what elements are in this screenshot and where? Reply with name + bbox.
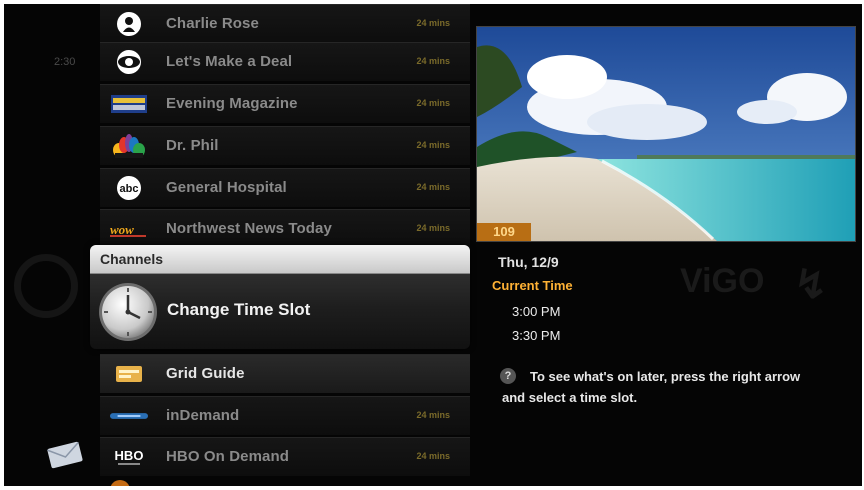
program-row[interactable]: Let's Make a Deal 24 mins	[100, 42, 470, 81]
change-time-slot-option[interactable]: Change Time Slot	[167, 300, 310, 320]
program-duration: 24 mins	[416, 56, 450, 66]
background-logo-graphic: ViGO	[680, 262, 765, 300]
indemand-logo-icon	[110, 403, 148, 429]
beach-preview-image	[477, 27, 855, 241]
date-label: Thu, 12/9	[498, 254, 559, 270]
program-title: General Hospital	[166, 179, 287, 196]
program-title: Let's Make a Deal	[166, 53, 293, 70]
program-title: Charlie Rose	[166, 15, 259, 32]
time-slot-option[interactable]: 3:00 PM	[512, 304, 560, 319]
program-duration: 24 mins	[416, 451, 450, 461]
program-title: Dr. Phil	[166, 137, 219, 154]
program-duration: 24 mins	[416, 182, 450, 192]
pbs-logo-icon	[110, 11, 148, 37]
channels-header-label: Channels	[100, 251, 164, 267]
background-symbol-graphic: ↯	[794, 263, 828, 307]
channels-panel[interactable]: Channels Change Time Slot	[90, 245, 470, 349]
program-duration: 24 mins	[416, 140, 450, 150]
channels-header: Channels	[90, 245, 470, 274]
program-duration: 24 mins	[416, 223, 450, 233]
program-row[interactable]: HBO HBO On Demand 24 mins	[100, 437, 470, 476]
current-time-label: Current Time	[492, 278, 573, 293]
program-row[interactable]: abc General Hospital 24 mins	[100, 168, 470, 207]
clock-icon	[99, 283, 157, 341]
help-text: To see what's on later, press the right …	[502, 369, 801, 405]
program-title: Evening Magazine	[166, 95, 298, 112]
program-duration: 24 mins	[416, 18, 450, 28]
guide-screen: ViGO ↯ 2:30 Charlie Rose 24 mins Let's M…	[4, 4, 862, 486]
program-title: Grid Guide	[166, 365, 245, 382]
grid-guide-icon	[110, 361, 148, 387]
svg-text:abc: abc	[120, 183, 139, 195]
program-row[interactable]: Evening Magazine 24 mins	[100, 84, 470, 123]
program-row[interactable]: wow Northwest News Today 24 mins	[100, 209, 470, 248]
kwow-logo-icon: wow	[110, 216, 148, 242]
program-duration: 24 mins	[416, 410, 450, 420]
grid-guide-row[interactable]: Grid Guide	[100, 354, 470, 393]
background-ring-icon	[14, 254, 78, 318]
program-row[interactable]: inDemand 24 mins	[100, 396, 470, 435]
preview-window: 109	[476, 26, 856, 242]
envelope-icon	[47, 441, 83, 469]
cbs-eye-logo-icon	[110, 49, 148, 75]
time-slot-option[interactable]: 3:30 PM	[512, 328, 560, 343]
program-title: Northwest News Today	[166, 220, 332, 237]
program-row[interactable]: Dr. Phil 24 mins	[100, 126, 470, 165]
hbo-logo-icon: HBO	[110, 444, 148, 470]
timeline-time: 2:30	[54, 56, 76, 68]
svg-text:HBO: HBO	[115, 448, 144, 463]
nbc-peacock-logo-icon	[110, 133, 148, 159]
king5-logo-icon	[110, 91, 148, 117]
svg-text:wow: wow	[110, 222, 134, 237]
abc-logo-icon: abc	[110, 175, 148, 201]
channel-number-badge: 109	[477, 223, 531, 241]
program-title: inDemand	[166, 407, 240, 424]
program-title: HBO On Demand	[166, 448, 289, 465]
program-duration: 24 mins	[416, 98, 450, 108]
partial-channel-logo-icon	[110, 480, 130, 486]
program-row[interactable]: Charlie Rose 24 mins	[100, 4, 470, 43]
